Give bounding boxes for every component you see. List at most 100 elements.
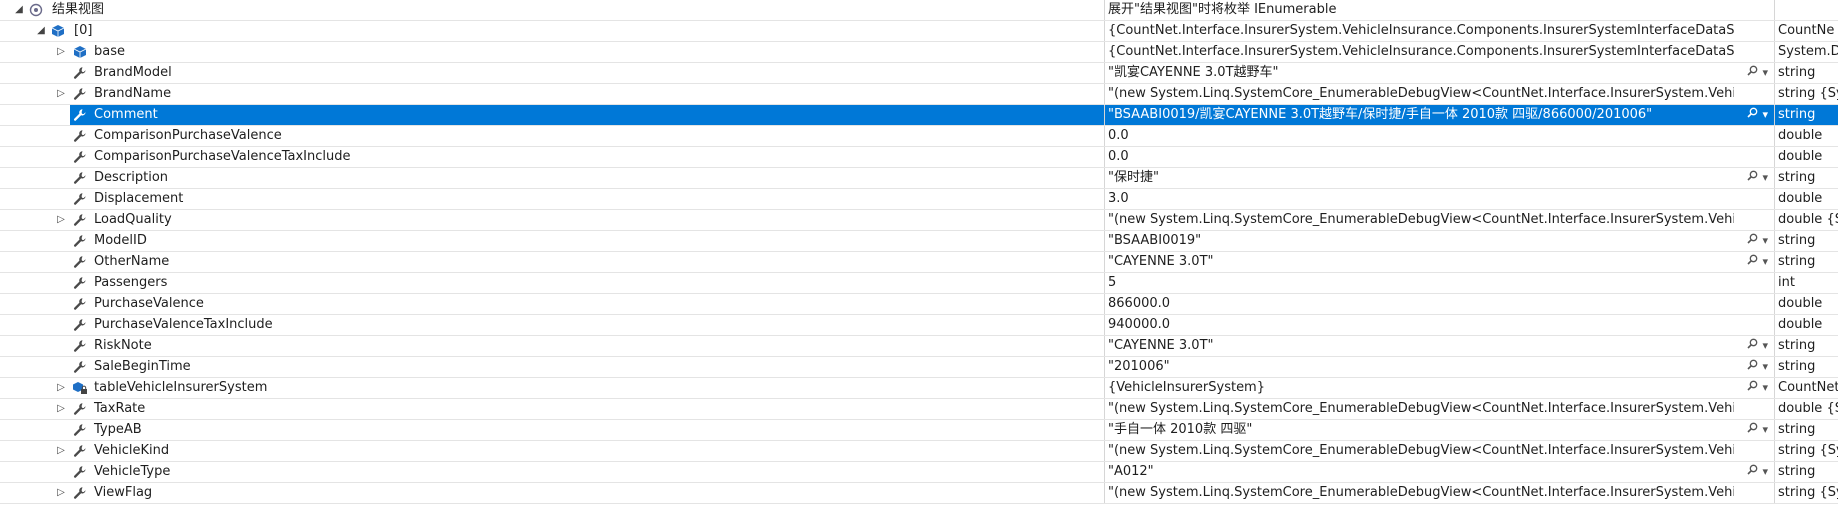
property-value[interactable]: 866000.0 <box>1108 294 1734 314</box>
collapse-arrow-icon[interactable]: ◢ <box>12 0 26 20</box>
cube-icon <box>50 23 66 39</box>
property-row[interactable]: Passengers 5 int <box>0 273 1838 294</box>
property-row[interactable]: OtherName "CAYENNE 3.0T" ▾ string <box>0 252 1838 273</box>
property-value[interactable]: "(new System.Linq.SystemCore_EnumerableD… <box>1108 210 1734 230</box>
property-row[interactable]: ▷ tableVehicleInsurerSystem {VehicleInsure… <box>0 378 1838 399</box>
property-value[interactable]: "凯宴CAYENNE 3.0T越野车" <box>1108 63 1734 83</box>
property-row[interactable]: SaleBeginTime "201006" ▾ string <box>0 357 1838 378</box>
property-row[interactable]: RiskNote "CAYENNE 3.0T" ▾ string <box>0 336 1838 357</box>
type-cell: int <box>1774 273 1838 293</box>
property-row[interactable]: ▷ LoadQuality "(new System.Linq.SystemCore… <box>0 210 1838 231</box>
property-value[interactable]: "保时捷" <box>1108 168 1734 188</box>
property-row[interactable]: Displacement 3.0 double <box>0 189 1838 210</box>
property-row[interactable]: BrandModel "凯宴CAYENNE 3.0T越野车" ▾ string <box>0 63 1838 84</box>
value-cell: "(new System.Linq.SystemCore_EnumerableD… <box>1104 483 1774 503</box>
property-value[interactable]: "(new System.Linq.SystemCore_EnumerableD… <box>1108 399 1734 419</box>
magnifier-icon[interactable] <box>1747 336 1758 356</box>
value-cell: "A012" ▾ <box>1104 462 1774 482</box>
property-name: SaleBeginTime <box>94 359 191 374</box>
property-row[interactable]: ▷ TaxRate "(new System.Linq.SystemCore_Enu… <box>0 399 1838 420</box>
name-cell: ▷ TaxRate <box>0 399 1104 419</box>
property-value[interactable]: "A012" <box>1108 462 1734 482</box>
magnifier-icon[interactable] <box>1747 168 1758 188</box>
property-row[interactable]: TypeAB "手自一体 2010款 四驱" ▾ string <box>0 420 1838 441</box>
property-value[interactable]: {VehicleInsurerSystem} <box>1108 378 1734 398</box>
property-value[interactable]: "CAYENNE 3.0T" <box>1108 252 1734 272</box>
property-row[interactable]: Description "保时捷" ▾ string <box>0 168 1838 189</box>
value-cell: 3.0 <box>1104 189 1774 209</box>
property-name: VehicleType <box>94 464 171 479</box>
magnifier-icon[interactable] <box>1747 357 1758 377</box>
wrench-icon <box>72 65 88 81</box>
name-cell: ▷ BrandName <box>0 84 1104 104</box>
name-cell: SaleBeginTime <box>0 357 1104 377</box>
property-value[interactable]: "(new System.Linq.SystemCore_EnumerableD… <box>1108 483 1734 503</box>
property-value[interactable]: "BSAABI0019" <box>1108 231 1734 251</box>
value-cell: "手自一体 2010款 四驱" ▾ <box>1104 420 1774 440</box>
wrench-icon <box>72 254 88 270</box>
property-value[interactable]: "BSAABI0019/凯宴CAYENNE 3.0T越野车/保时捷/手自一体 2… <box>1108 105 1734 125</box>
dropdown-arrow-icon[interactable]: ▾ <box>1762 336 1768 356</box>
results-view-row[interactable]: ◢ 结果视图 展开"结果视图"时将枚举 IEnumerable <box>0 0 1838 21</box>
property-name: BrandName <box>94 86 172 101</box>
dropdown-arrow-icon[interactable]: ▾ <box>1762 420 1768 440</box>
expand-arrow-icon[interactable]: ▷ <box>54 441 68 461</box>
magnifier-icon[interactable] <box>1747 231 1758 251</box>
magnifier-icon[interactable] <box>1747 252 1758 272</box>
results-view-value: 展开"结果视图"时将枚举 IEnumerable <box>1108 2 1337 17</box>
name-cell: PurchaseValenceTaxInclude <box>0 315 1104 335</box>
type-cell: string <box>1774 420 1838 440</box>
magnifier-icon[interactable] <box>1747 420 1758 440</box>
magnifier-icon[interactable] <box>1747 105 1758 125</box>
property-row[interactable]: ComparisonPurchaseValence 0.0 double <box>0 126 1838 147</box>
property-value[interactable]: 5 <box>1108 273 1734 293</box>
property-value[interactable]: {CountNet.Interface.InsurerSystem.Vehicl… <box>1108 42 1734 62</box>
value-cell: "凯宴CAYENNE 3.0T越野车" ▾ <box>1104 63 1774 83</box>
property-row[interactable]: Comment "BSAABI0019/凯宴CAYENNE 3.0T越野车/保时捷… <box>0 105 1838 126</box>
magnifier-icon[interactable] <box>1747 378 1758 398</box>
property-value[interactable]: "CAYENNE 3.0T" <box>1108 336 1734 356</box>
magnifier-icon[interactable] <box>1747 63 1758 83</box>
property-row[interactable]: ▷ ViewFlag "(new System.Linq.SystemCore_En… <box>0 483 1838 504</box>
property-name: ComparisonPurchaseValence <box>94 128 282 143</box>
root-item-row[interactable]: ◢ [0] {CountNet.Interface.InsurerSystem.… <box>0 21 1838 42</box>
dropdown-arrow-icon[interactable]: ▾ <box>1762 378 1768 398</box>
dropdown-arrow-icon[interactable]: ▾ <box>1762 357 1768 377</box>
property-value[interactable]: "201006" <box>1108 357 1734 377</box>
property-row[interactable]: PurchaseValence 866000.0 double <box>0 294 1838 315</box>
property-name: OtherName <box>94 254 170 269</box>
property-name: PurchaseValence <box>94 296 204 311</box>
dropdown-arrow-icon[interactable]: ▾ <box>1762 231 1768 251</box>
dropdown-arrow-icon[interactable]: ▾ <box>1762 168 1768 188</box>
property-value[interactable]: 0.0 <box>1108 126 1734 146</box>
property-row[interactable]: ModelID "BSAABI0019" ▾ string <box>0 231 1838 252</box>
dropdown-arrow-icon[interactable]: ▾ <box>1762 462 1768 482</box>
property-row[interactable]: ▷ base {CountNet.Interface.InsurerSystem.V… <box>0 42 1838 63</box>
dropdown-arrow-icon[interactable]: ▾ <box>1762 63 1768 83</box>
property-value[interactable]: 3.0 <box>1108 189 1734 209</box>
property-row[interactable]: PurchaseValenceTaxInclude 940000.0 double <box>0 315 1838 336</box>
property-value[interactable]: "手自一体 2010款 四驱" <box>1108 420 1734 440</box>
property-row[interactable]: ▷ VehicleKind "(new System.Linq.SystemCore… <box>0 441 1838 462</box>
property-value[interactable]: 940000.0 <box>1108 315 1734 335</box>
property-name: TaxRate <box>94 401 146 416</box>
value-cell: "保时捷" ▾ <box>1104 168 1774 188</box>
expand-arrow-icon[interactable]: ▷ <box>54 483 68 503</box>
type-cell: string {Sy <box>1774 84 1838 104</box>
dropdown-arrow-icon[interactable]: ▾ <box>1762 105 1768 125</box>
expand-arrow-icon[interactable]: ▷ <box>54 84 68 104</box>
name-cell: ◢ 结果视图 <box>0 0 1104 20</box>
magnifier-icon[interactable] <box>1747 462 1758 482</box>
property-row[interactable]: ComparisonPurchaseValenceTaxInclude 0.0 do… <box>0 147 1838 168</box>
property-value[interactable]: 0.0 <box>1108 147 1734 167</box>
property-row[interactable]: VehicleType "A012" ▾ string <box>0 462 1838 483</box>
expand-arrow-icon[interactable]: ▷ <box>54 399 68 419</box>
expand-arrow-icon[interactable]: ▷ <box>54 378 68 398</box>
expand-arrow-icon[interactable]: ▷ <box>54 210 68 230</box>
expand-arrow-icon[interactable]: ▷ <box>54 42 68 62</box>
collapse-arrow-icon[interactable]: ◢ <box>34 21 48 41</box>
dropdown-arrow-icon[interactable]: ▾ <box>1762 252 1768 272</box>
property-value[interactable]: "(new System.Linq.SystemCore_EnumerableD… <box>1108 441 1734 461</box>
property-value[interactable]: "(new System.Linq.SystemCore_EnumerableD… <box>1108 84 1734 104</box>
property-row[interactable]: ▷ BrandName "(new System.Linq.SystemCore_E… <box>0 84 1838 105</box>
